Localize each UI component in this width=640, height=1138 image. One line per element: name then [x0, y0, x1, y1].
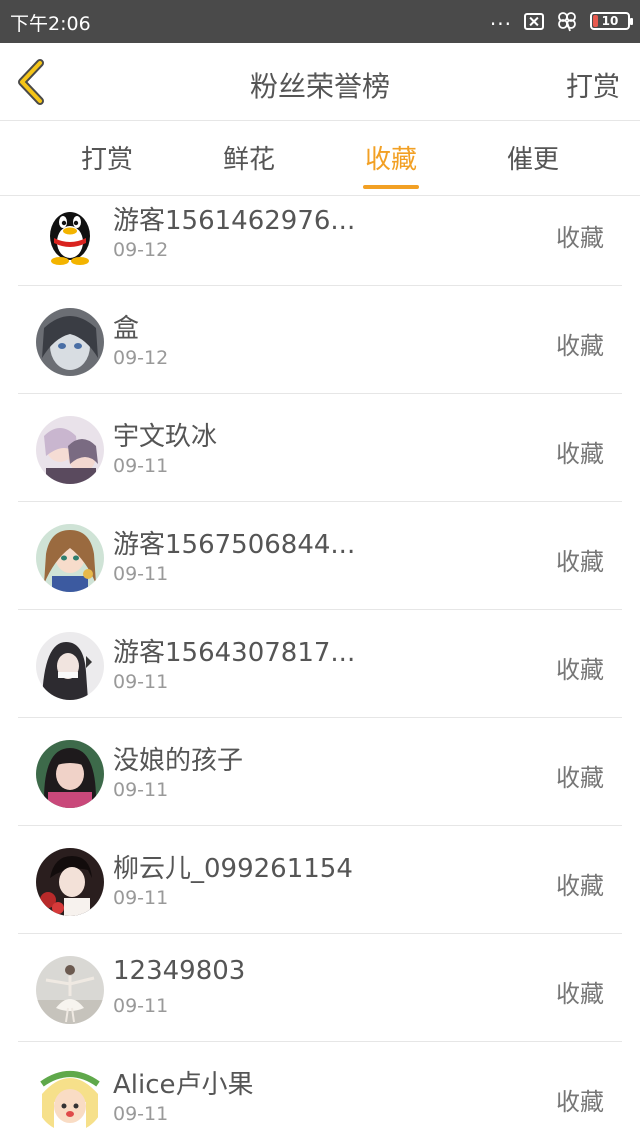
favorite-label: 收藏 [556, 764, 604, 792]
item-date: 09-11 [113, 995, 169, 1017]
clover-icon [558, 12, 576, 32]
battery-icon: 10 [590, 12, 633, 30]
user-name: 游客1564307817... [113, 638, 356, 668]
reward-button[interactable]: 打赏 [566, 65, 620, 104]
item-date: 09-11 [113, 563, 169, 585]
tab-urge-update[interactable]: 催更 [478, 139, 588, 176]
list-item[interactable]: 宇文玖冰 09-11 收藏 [0, 394, 640, 502]
list-item[interactable]: Alice卢小果 09-11 收藏 [0, 1042, 640, 1138]
photo-girl-avatar [36, 632, 104, 700]
user-name: 没娘的孩子 [113, 746, 244, 776]
tab-reward[interactable]: 打赏 [52, 139, 162, 176]
user-name: Alice卢小果 [113, 1070, 254, 1100]
user-name: 游客1561462976... [113, 206, 356, 236]
favorite-label: 收藏 [556, 548, 604, 576]
favorite-label: 收藏 [556, 1088, 604, 1116]
favorite-label: 收藏 [556, 224, 604, 252]
battery-level: 10 [601, 14, 619, 28]
no-sim-icon [524, 12, 544, 30]
item-date: 09-12 [113, 239, 169, 261]
favorite-label: 收藏 [556, 656, 604, 684]
item-date: 09-11 [113, 671, 169, 693]
more-dots-icon: ... [489, 6, 512, 30]
list-item[interactable]: 盒 09-12 收藏 [0, 286, 640, 394]
list-item[interactable]: 没娘的孩子 09-11 收藏 [0, 718, 640, 826]
page-title: 粉丝荣誉榜 [249, 70, 390, 103]
item-date: 09-11 [113, 1103, 169, 1125]
header: 粉丝荣誉榜 打赏 [0, 43, 640, 121]
list-item[interactable]: 12349803 09-11 收藏 [0, 934, 640, 1042]
anime-girl-avatar [36, 416, 104, 484]
back-button[interactable] [14, 57, 54, 107]
status-time: 下午2:06 [10, 13, 91, 35]
anime-girl-avatar [36, 524, 104, 592]
user-name: 12349803 [113, 956, 246, 986]
favorite-label: 收藏 [556, 440, 604, 468]
item-date: 09-11 [113, 455, 169, 477]
ballerina-avatar [36, 956, 104, 1024]
chevron-left-icon [18, 59, 44, 105]
favorite-label: 收藏 [556, 332, 604, 360]
user-name: 游客1567506844... [113, 530, 356, 560]
user-name: 宇文玖冰 [113, 422, 218, 452]
item-date: 09-11 [113, 779, 169, 801]
list-item[interactable]: 柳云儿_099261154 09-11 收藏 [0, 826, 640, 934]
item-date: 09-12 [113, 347, 169, 369]
tab-favorites[interactable]: 收藏 [336, 139, 446, 176]
status-icons: ... 10 [489, 6, 633, 33]
tab-flowers[interactable]: 鲜花 [194, 139, 304, 176]
anime-girl-avatar [36, 308, 104, 376]
item-date: 09-11 [113, 887, 169, 909]
favorite-label: 收藏 [556, 980, 604, 1008]
favorite-label: 收藏 [556, 872, 604, 900]
photo-boy-avatar [36, 848, 104, 916]
list-item[interactable]: 游客1561462976... 09-12 收藏 [0, 178, 640, 286]
photo-girl-avatar [36, 740, 104, 808]
status-bar: 下午2:06 ... 10 [0, 0, 640, 43]
cartoon-girl-avatar [36, 1064, 104, 1132]
list-item[interactable]: 游客1567506844... 09-11 收藏 [0, 502, 640, 610]
user-name: 盒 [113, 314, 140, 344]
qq-penguin-avatar [50, 212, 90, 265]
list-item[interactable]: 游客1564307817... 09-11 收藏 [0, 610, 640, 718]
user-name: 柳云儿_099261154 [113, 854, 353, 884]
